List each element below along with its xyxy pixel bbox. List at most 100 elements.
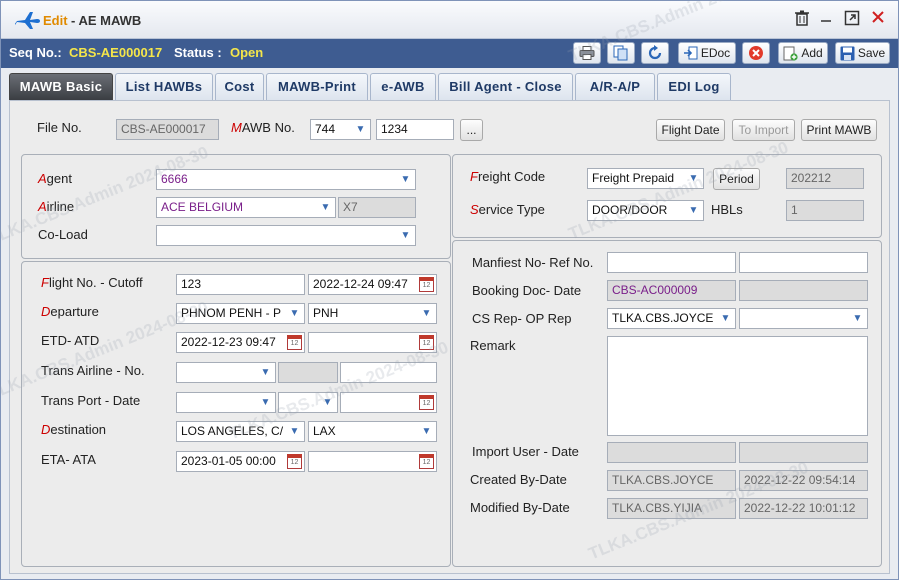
- tab-ar-ap[interactable]: A/R-A/P: [575, 73, 655, 100]
- co-load-select[interactable]: ▼: [156, 225, 416, 246]
- calendar-icon[interactable]: 12: [419, 335, 434, 350]
- tab-strip: MAWB Basic List HAWBs Cost MAWB-Print e-…: [1, 68, 898, 100]
- service-type-select[interactable]: DOOR/DOOR ▼: [587, 200, 704, 221]
- booking-doc-label: Booking Doc- Date: [472, 283, 582, 298]
- tab-cost[interactable]: Cost: [215, 73, 264, 100]
- trans-airline-code-field: [278, 362, 338, 383]
- trans-airline-label: Trans Airline - No.: [41, 363, 145, 378]
- window-title-edit: Edit: [43, 13, 68, 28]
- op-rep-select[interactable]: ▼: [739, 308, 868, 329]
- freight-code-select[interactable]: Freight Prepaid ▼: [587, 168, 704, 189]
- status-value: Open: [230, 45, 264, 60]
- modified-by-label: Modified By-Date: [470, 500, 570, 515]
- chevron-down-icon: ▼: [320, 202, 331, 213]
- calendar-icon[interactable]: 12: [419, 454, 434, 469]
- ata-input[interactable]: 12: [308, 451, 437, 472]
- mawb-basic-panel: File No. CBS-AE000017 MAWB No. 744 ▼ 1234…: [9, 100, 890, 574]
- calendar-icon[interactable]: 12: [419, 395, 434, 410]
- cs-rep-select[interactable]: TLKA.CBS.JOYCE ▼: [607, 308, 736, 329]
- mawb-no-label: MAWB No.: [231, 120, 295, 135]
- created-date-field: 2022-12-22 09:54:14: [739, 470, 868, 491]
- agent-select[interactable]: 6666 ▼: [156, 169, 416, 190]
- modified-date-field: 2022-12-22 10:01:12: [739, 498, 868, 519]
- trash-icon[interactable]: [792, 10, 812, 30]
- trans-port-code-select[interactable]: ▼: [278, 392, 338, 413]
- service-type-label: Service Type: [470, 202, 545, 217]
- airline-code-field: X7: [338, 197, 416, 218]
- trans-airline-no-input[interactable]: [340, 362, 437, 383]
- add-button[interactable]: Add: [778, 42, 828, 64]
- to-import-button[interactable]: To Import: [732, 119, 795, 141]
- booking-doc-field: CBS-AC000009: [607, 280, 736, 301]
- tab-mawb-print[interactable]: MAWB-Print: [266, 73, 368, 100]
- calendar-icon[interactable]: 12: [419, 277, 434, 292]
- etd-atd-label: ETD- ATD: [41, 333, 100, 348]
- etd-input[interactable]: 2022-12-23 09:47 12: [176, 332, 305, 353]
- cutoff-date-input[interactable]: 2022-12-24 09:47 12: [308, 274, 437, 295]
- airline-label: Airline: [38, 199, 75, 214]
- agent-label: Agent: [38, 171, 72, 186]
- add-icon: [783, 46, 798, 61]
- seq-no-label: Seq No.:: [9, 45, 62, 60]
- refresh-button[interactable]: [641, 42, 669, 64]
- minimize-icon[interactable]: [816, 10, 836, 30]
- edoc-icon: [683, 46, 698, 60]
- destination-code-select[interactable]: LAX ▼: [308, 421, 437, 442]
- chevron-down-icon: ▼: [260, 397, 271, 408]
- tab-bill-agent-close[interactable]: Bill Agent - Close: [438, 73, 573, 100]
- trans-port-select[interactable]: ▼: [176, 392, 276, 413]
- tab-list-hawbs[interactable]: List HAWBs: [115, 73, 213, 100]
- tab-edi-log[interactable]: EDI Log: [657, 73, 731, 100]
- eta-input[interactable]: 2023-01-05 00:00 12: [176, 451, 305, 472]
- destination-select[interactable]: LOS ANGELES, C/▼: [176, 421, 305, 442]
- airline-select[interactable]: ACE BELGIUM ▼: [156, 197, 336, 218]
- tab-e-awb[interactable]: e-AWB: [370, 73, 436, 100]
- calendar-icon[interactable]: 12: [287, 454, 302, 469]
- remark-textarea[interactable]: [607, 336, 868, 436]
- chevron-down-icon: ▼: [421, 426, 432, 437]
- title-bar: Edit - AE MAWB: [1, 1, 898, 39]
- status-label: Status :: [174, 45, 222, 60]
- print-button[interactable]: [573, 42, 601, 64]
- atd-input[interactable]: 12: [308, 332, 437, 353]
- departure-code-select[interactable]: PNH ▼: [308, 303, 437, 324]
- flight-no-input[interactable]: 123: [176, 274, 305, 295]
- refresh-icon: [648, 45, 662, 60]
- hbls-field: 1: [786, 200, 864, 221]
- tab-mawb-basic[interactable]: MAWB Basic: [9, 73, 113, 100]
- co-load-label: Co-Load: [38, 227, 88, 242]
- created-by-field: TLKA.CBS.JOYCE: [607, 470, 736, 491]
- calendar-icon[interactable]: 12: [287, 335, 302, 350]
- seq-no-value: CBS-AE000017: [69, 45, 163, 60]
- window-title: - AE MAWB: [71, 13, 142, 28]
- mawb-no-input[interactable]: 1234: [376, 119, 454, 140]
- cs-rep-label: CS Rep- OP Rep: [472, 311, 572, 326]
- file-no-field: CBS-AE000017: [116, 119, 219, 140]
- flight-date-button[interactable]: Flight Date: [656, 119, 725, 141]
- save-button[interactable]: Save: [835, 42, 890, 64]
- edoc-button[interactable]: EDoc: [678, 42, 736, 64]
- trans-port-date-input[interactable]: 12: [340, 392, 437, 413]
- departure-label: Departure: [41, 304, 99, 319]
- departure-select[interactable]: PHNOM PENH - P ▼: [176, 303, 305, 324]
- manifest-no-input[interactable]: [607, 252, 736, 273]
- ref-no-input[interactable]: [739, 252, 868, 273]
- print-mawb-button[interactable]: Print MAWB: [801, 119, 877, 141]
- chevron-down-icon: ▼: [260, 367, 271, 378]
- trans-airline-select[interactable]: ▼: [176, 362, 276, 383]
- flight-no-label: Flight No. - Cutoff: [41, 275, 143, 290]
- mawb-lookup-button[interactable]: ...: [460, 119, 483, 141]
- copy-button[interactable]: [607, 42, 635, 64]
- close-icon[interactable]: [868, 10, 888, 30]
- printer-icon: [579, 46, 595, 60]
- chevron-down-icon: ▼: [400, 230, 411, 241]
- period-button[interactable]: Period: [713, 168, 760, 190]
- freight-code-label: Freight Code: [470, 169, 546, 184]
- cancel-button[interactable]: [742, 42, 770, 64]
- restore-icon[interactable]: [842, 10, 862, 30]
- copy-icon: [613, 45, 628, 61]
- save-label: Save: [857, 46, 886, 60]
- remark-label: Remark: [470, 338, 516, 353]
- airplane-icon: [15, 12, 40, 29]
- mawb-prefix-select[interactable]: 744 ▼: [310, 119, 371, 140]
